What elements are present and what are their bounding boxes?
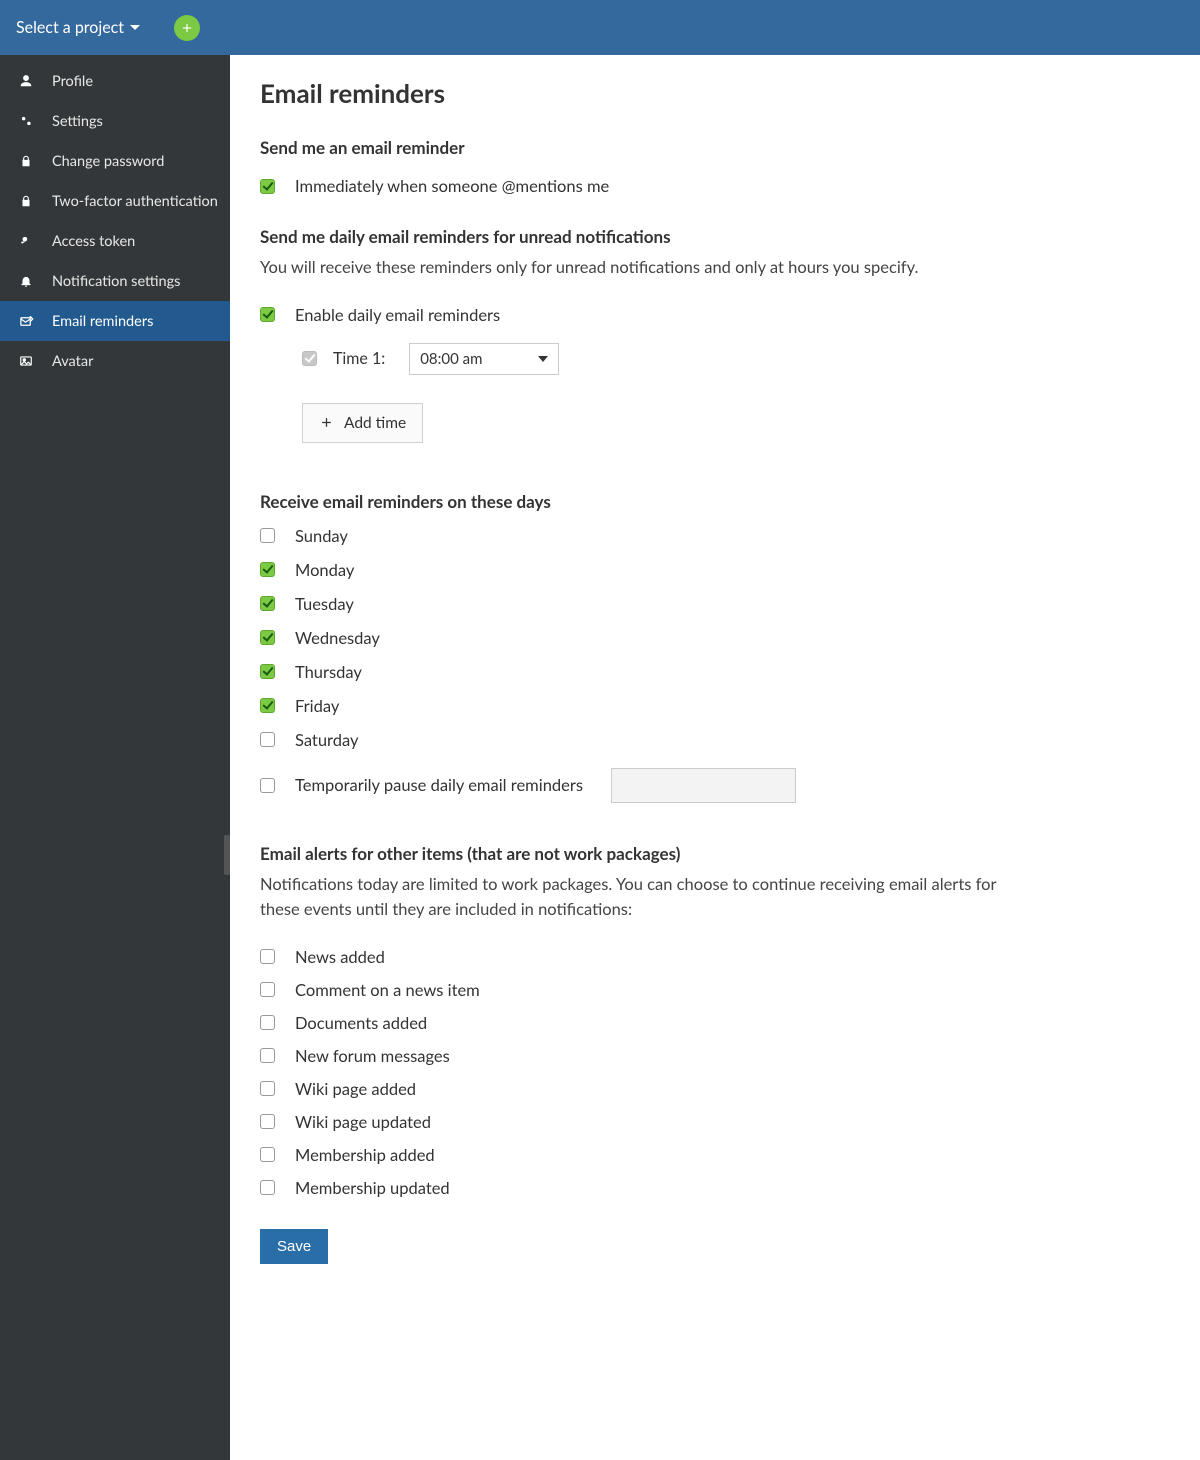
sidebar-item-label: Change password xyxy=(52,153,164,170)
sidebar-item-avatar[interactable]: Avatar xyxy=(0,341,230,381)
checkbox-alert[interactable] xyxy=(260,1180,275,1195)
checkbox-time-1 xyxy=(302,351,317,366)
checkbox-day-tuesday[interactable] xyxy=(260,596,275,611)
sidebar-item-label: Avatar xyxy=(52,353,93,370)
plus-icon xyxy=(180,21,194,35)
chevron-down-icon xyxy=(538,356,548,362)
checkbox-day-friday[interactable] xyxy=(260,698,275,713)
sidebar-item-label: Profile xyxy=(52,73,93,90)
checkbox-day-wednesday[interactable] xyxy=(260,630,275,645)
checkbox-label[interactable]: Monday xyxy=(295,560,354,580)
section-heading-immediate: Send me an email reminder xyxy=(260,137,1170,158)
checkbox-label[interactable]: Membership updated xyxy=(295,1178,450,1198)
sidebar: Profile Settings Change password Two-fac… xyxy=(0,55,230,1460)
sidebar-item-label: Email reminders xyxy=(52,313,153,330)
sidebar-item-label: Notification settings xyxy=(52,273,180,290)
checkbox-label[interactable]: Tuesday xyxy=(295,594,354,614)
time-1-label: Time 1: xyxy=(333,349,385,368)
checkbox-label[interactable]: Wednesday xyxy=(295,628,380,648)
checkbox-label[interactable]: New forum messages xyxy=(295,1046,450,1066)
key-icon xyxy=(18,233,34,249)
checkbox-label[interactable]: Friday xyxy=(295,696,339,716)
sidebar-item-label: Settings xyxy=(52,113,103,130)
checkbox-label[interactable]: Membership added xyxy=(295,1145,435,1165)
section-subtext: Notifications today are limited to work … xyxy=(260,872,1040,923)
checkbox-alert[interactable] xyxy=(260,982,275,997)
checkbox-day-saturday[interactable] xyxy=(260,732,275,747)
sidebar-item-label: Two-factor authentication xyxy=(52,193,218,210)
checkbox-alert[interactable] xyxy=(260,1081,275,1096)
project-selector[interactable]: Select a project xyxy=(16,18,148,37)
save-button[interactable]: Save xyxy=(260,1229,328,1264)
sidebar-item-access-token[interactable]: Access token xyxy=(0,221,230,261)
chevron-down-icon xyxy=(130,25,140,30)
checkbox-pause-reminders[interactable] xyxy=(260,778,275,793)
checkbox-mentions[interactable] xyxy=(260,179,275,194)
add-time-button[interactable]: Add time xyxy=(302,403,423,443)
checkbox-label[interactable]: Sunday xyxy=(295,526,348,546)
image-icon xyxy=(18,353,34,369)
add-time-label: Add time xyxy=(344,414,406,432)
checkbox-label[interactable]: Wiki page added xyxy=(295,1079,416,1099)
top-bar: Select a project xyxy=(0,0,1200,55)
checkbox-label[interactable]: Temporarily pause daily email reminders xyxy=(295,775,583,795)
checkbox-alert[interactable] xyxy=(260,1048,275,1063)
add-button[interactable] xyxy=(174,15,200,41)
plus-icon xyxy=(319,415,334,430)
checkbox-label[interactable]: Documents added xyxy=(295,1013,427,1033)
lock-icon xyxy=(18,153,34,169)
page-title: Email reminders xyxy=(260,77,1170,109)
pause-date-input[interactable] xyxy=(611,768,796,803)
project-selector-label: Select a project xyxy=(16,18,124,37)
checkbox-day-thursday[interactable] xyxy=(260,664,275,679)
time-1-value: 08:00 am xyxy=(420,350,482,368)
sidebar-item-settings[interactable]: Settings xyxy=(0,101,230,141)
sidebar-item-email-reminders[interactable]: Email reminders xyxy=(0,301,230,341)
sidebar-item-label: Access token xyxy=(52,233,135,250)
checkbox-alert[interactable] xyxy=(260,1015,275,1030)
checkbox-alert[interactable] xyxy=(260,1114,275,1129)
checkbox-label[interactable]: Immediately when someone @mentions me xyxy=(295,176,609,196)
bell-icon xyxy=(18,273,34,289)
checkbox-label[interactable]: Wiki page updated xyxy=(295,1112,431,1132)
checkbox-label[interactable]: Enable daily email reminders xyxy=(295,305,500,325)
checkbox-label[interactable]: Saturday xyxy=(295,730,358,750)
lock-icon xyxy=(18,193,34,209)
sidebar-item-two-factor[interactable]: Two-factor authentication xyxy=(0,181,230,221)
checkbox-alert[interactable] xyxy=(260,949,275,964)
checkbox-label[interactable]: Comment on a news item xyxy=(295,980,480,1000)
time-1-select[interactable]: 08:00 am xyxy=(409,343,559,375)
user-icon xyxy=(18,73,34,89)
checkbox-alert[interactable] xyxy=(260,1147,275,1162)
main-content: Email reminders Send me an email reminde… xyxy=(230,55,1200,1460)
mail-out-icon xyxy=(18,313,34,329)
checkbox-day-sunday[interactable] xyxy=(260,528,275,543)
section-heading-alerts: Email alerts for other items (that are n… xyxy=(260,843,1170,864)
gears-icon xyxy=(18,113,34,129)
checkbox-label[interactable]: Thursday xyxy=(295,662,362,682)
checkbox-enable-daily[interactable] xyxy=(260,307,275,322)
checkbox-label[interactable]: News added xyxy=(295,947,385,967)
sidebar-resize-handle[interactable] xyxy=(224,835,230,875)
sidebar-item-change-password[interactable]: Change password xyxy=(0,141,230,181)
checkbox-day-monday[interactable] xyxy=(260,562,275,577)
sidebar-item-notification-settings[interactable]: Notification settings xyxy=(0,261,230,301)
section-heading-days: Receive email reminders on these days xyxy=(260,491,1170,512)
section-heading-daily: Send me daily email reminders for unread… xyxy=(260,226,1170,247)
section-subtext: You will receive these reminders only fo… xyxy=(260,255,1040,281)
sidebar-item-profile[interactable]: Profile xyxy=(0,61,230,101)
